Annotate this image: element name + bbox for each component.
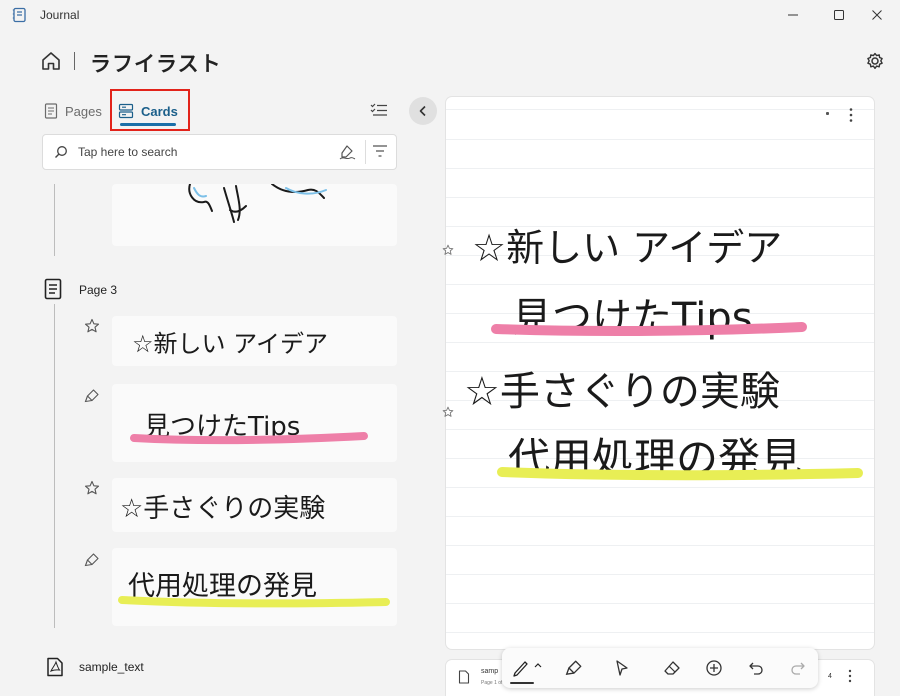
home-icon[interactable]	[40, 50, 62, 72]
next-document-page-number: 4	[828, 673, 832, 680]
redo-button[interactable]	[786, 656, 810, 680]
more-options-icon[interactable]	[842, 106, 860, 124]
highlighter-icon	[565, 660, 582, 676]
pink-highlight-stroke	[130, 432, 368, 445]
pink-highlight-stroke	[491, 322, 807, 337]
app-title: Journal	[40, 8, 80, 22]
margin-star-icon[interactable]	[442, 244, 454, 256]
tab-pages-label: Pages	[65, 103, 102, 119]
star-icon[interactable]	[84, 318, 100, 334]
search-icon	[54, 145, 68, 159]
card-new-idea[interactable]: ☆新しい アイデア	[112, 316, 397, 366]
insert-icon	[706, 660, 722, 676]
redo-icon	[791, 662, 805, 675]
card-trial-experiment[interactable]: ☆手さぐりの実験	[112, 478, 397, 532]
more-options-icon[interactable]	[842, 668, 858, 684]
card-sketch[interactable]	[112, 184, 397, 246]
next-document-title: samp	[481, 668, 499, 675]
page-indicator-dot	[826, 112, 829, 115]
active-tool-indicator	[510, 682, 534, 684]
ink-search-icon[interactable]	[338, 143, 356, 161]
pen-icon	[513, 661, 542, 677]
highlighter-tool-button[interactable]	[562, 656, 586, 680]
pdf-label[interactable]: sample_text	[79, 660, 144, 674]
note-page[interactable]: ☆新しい アイデア 見つけたTips ☆手さぐりの実験 代用処理の発見	[446, 97, 874, 649]
minimize-icon	[788, 14, 798, 16]
filter-icon[interactable]	[372, 144, 388, 158]
select-list-icon[interactable]	[370, 102, 388, 118]
note-ink-line: ☆手さぐりの実験	[464, 369, 780, 415]
margin-star-icon[interactable]	[442, 406, 454, 418]
undo-button[interactable]	[744, 656, 768, 680]
yellow-highlight-stroke	[497, 467, 863, 481]
page-label: Page 3	[79, 283, 118, 297]
card-ink-text: ☆新しい アイデア	[132, 330, 328, 358]
undo-icon	[749, 662, 763, 675]
tree-line	[54, 304, 55, 628]
note-ink-line: ☆新しい アイデア	[472, 226, 783, 270]
cards-tab-highlight-box	[110, 89, 190, 131]
sketch-ink-fragment	[188, 184, 327, 223]
close-icon	[872, 10, 882, 20]
collapse-panel-button[interactable]	[409, 97, 437, 125]
select-tool-button[interactable]	[610, 656, 634, 680]
maximize-icon	[834, 10, 844, 20]
minimize-button[interactable]	[770, 0, 816, 30]
card-substitute-discovery[interactable]: 代用処理の発見	[112, 548, 397, 626]
pages-icon	[44, 103, 58, 119]
select-icon	[616, 660, 628, 676]
search-input[interactable]	[78, 140, 328, 164]
highlighter-icon[interactable]	[84, 552, 100, 568]
header-separator	[74, 52, 75, 70]
settings-icon[interactable]	[864, 50, 886, 72]
tab-pages[interactable]: Pages	[44, 98, 102, 124]
journal-app-icon	[12, 7, 28, 23]
pen-tool-button[interactable]	[510, 656, 546, 680]
eraser-icon	[664, 661, 680, 675]
pdf-icon	[458, 670, 470, 684]
insert-button[interactable]	[702, 656, 726, 680]
search-divider	[365, 140, 366, 164]
card-found-tips[interactable]: 見つけたTips	[112, 384, 397, 462]
title-bar	[0, 0, 900, 30]
notebook-title: ラフイラスト	[90, 53, 222, 76]
star-icon[interactable]	[84, 480, 100, 496]
highlighter-icon[interactable]	[84, 388, 100, 404]
card-ink-text: ☆手さぐりの実験	[120, 494, 326, 524]
tree-line	[54, 184, 55, 256]
close-button[interactable]	[854, 0, 900, 30]
pdf-icon	[46, 657, 64, 677]
eraser-tool-button[interactable]	[660, 656, 684, 680]
chevron-left-icon	[419, 105, 426, 117]
yellow-highlight-stroke	[118, 596, 390, 608]
page-icon	[44, 278, 62, 300]
